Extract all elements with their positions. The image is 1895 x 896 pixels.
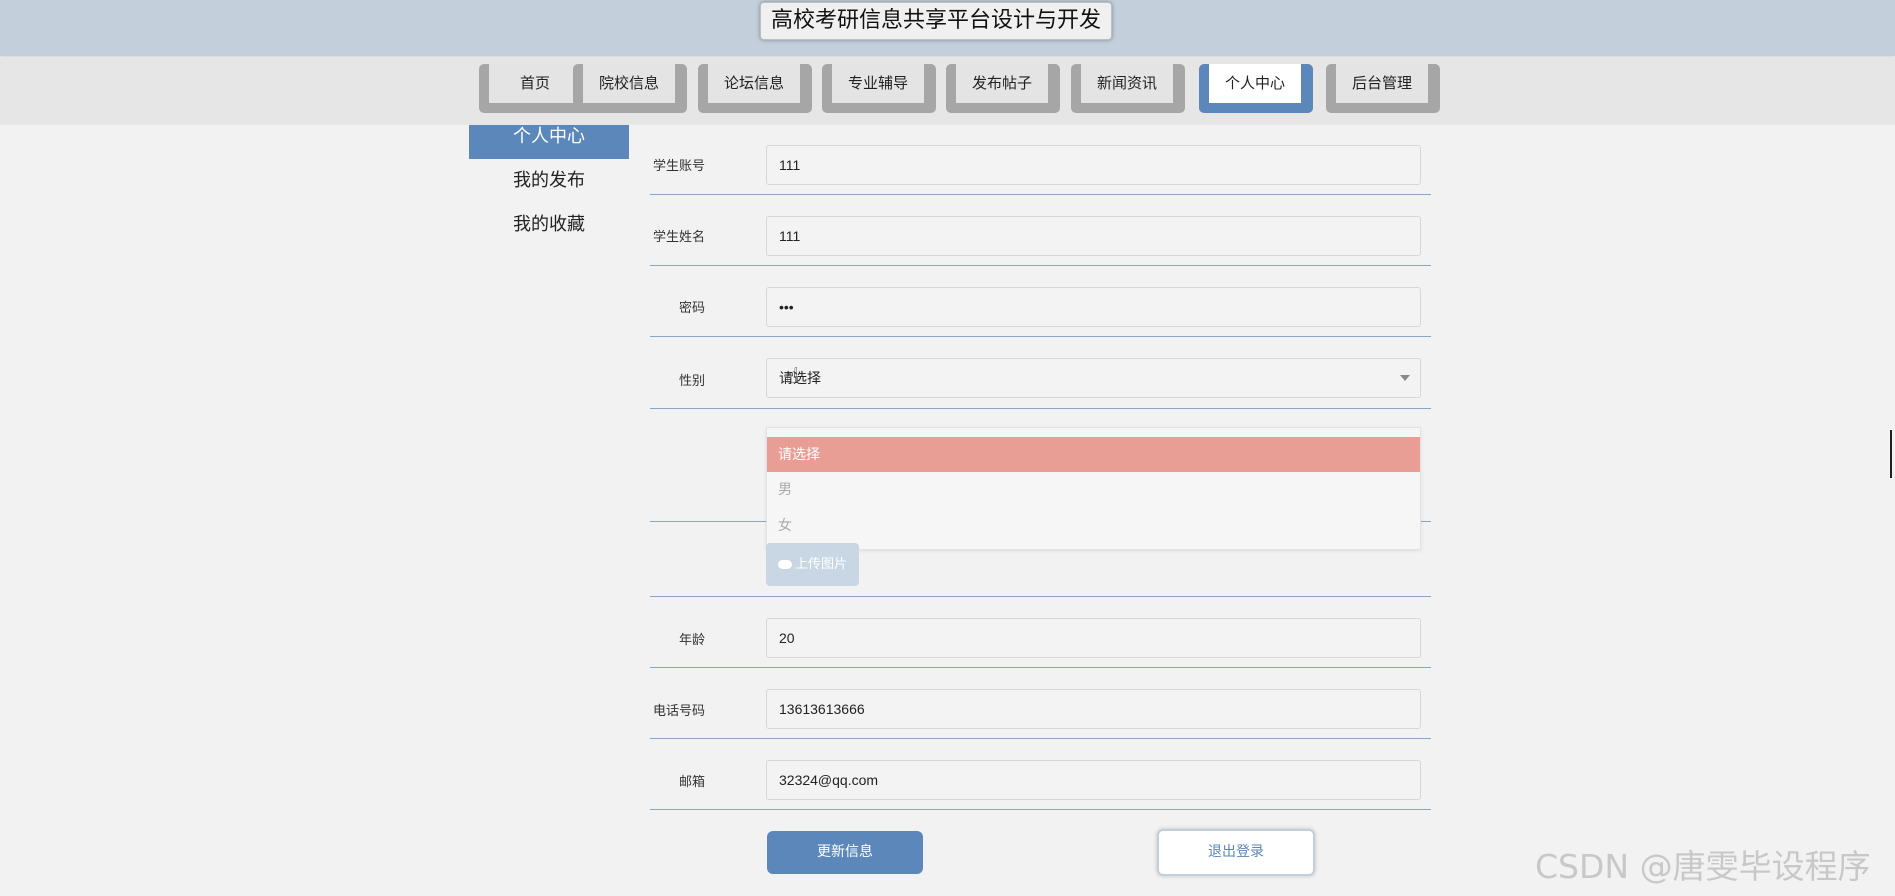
chevron-down-icon	[1400, 375, 1410, 381]
phone-label: 电话号码	[652, 704, 705, 719]
upload-image-button[interactable]: 上传图片	[766, 543, 859, 586]
side-item-my-favorites[interactable]: 我的收藏	[469, 203, 629, 247]
email-label: 邮箱	[678, 775, 705, 790]
form-row-account: 学生账号 111	[650, 125, 1431, 195]
nav-item-label: 院校信息	[583, 64, 675, 103]
nav-item-forum[interactable]: 论坛信息	[698, 64, 812, 113]
nav-item-schools[interactable]: 院校信息	[573, 64, 687, 113]
header-bar: 高校考研信息共享平台设计与开发	[0, 0, 1895, 56]
watermark: CSDN @唐雯毕设程序	[1535, 847, 1871, 886]
form-row-gender: 性别 请选择	[650, 338, 1431, 409]
phone-input[interactable]: 13613613666	[766, 689, 1421, 729]
nav-item-news[interactable]: 新闻资讯	[1071, 64, 1185, 113]
account-label: 学生账号	[652, 159, 705, 174]
gender-option[interactable]: 女	[767, 508, 1420, 544]
side-item-my-posts[interactable]: 我的发布	[469, 159, 629, 203]
nav-item-label: 专业辅导	[832, 64, 924, 103]
nav-item-post[interactable]: 发布帖子	[946, 64, 1060, 113]
gender-option[interactable]: 请选择	[767, 437, 1420, 472]
cloud-upload-icon	[777, 560, 792, 569]
form-row-name: 学生姓名 111	[650, 196, 1431, 266]
nav-item-label: 后台管理	[1336, 64, 1428, 103]
gender-select[interactable]: 请选择	[766, 358, 1421, 398]
update-info-button[interactable]: 更新信息	[767, 831, 923, 874]
form-row-password: 密码 •••	[650, 267, 1431, 337]
nav-item-label: 新闻资讯	[1081, 64, 1173, 103]
nav-item-personal-center[interactable]: 个人中心	[1199, 64, 1313, 113]
name-label: 学生姓名	[652, 230, 705, 245]
gender-dropdown: 请选择 男 女	[766, 427, 1421, 550]
upload-image-label: 上传图片	[794, 557, 847, 572]
side-item-personal-center[interactable]: 个人中心	[469, 125, 629, 159]
account-input[interactable]: 111	[766, 145, 1421, 185]
password-input[interactable]: •••	[766, 287, 1421, 327]
gender-option[interactable]: 男	[767, 472, 1420, 508]
age-label: 年龄	[678, 633, 705, 648]
form-row-phone: 电话号码 13613613666	[650, 669, 1431, 739]
nav-item-label: 首页	[489, 64, 581, 103]
nav-item-tutoring[interactable]: 专业辅导	[822, 64, 936, 113]
side-menu: 个人中心 我的发布 我的收藏	[469, 125, 629, 247]
window-edge-mark	[1890, 430, 1892, 478]
main-nav: 首页 院校信息 论坛信息 专业辅导 发布帖子 新闻资讯 个人中心 后台管理	[0, 57, 1895, 125]
nav-item-admin[interactable]: 后台管理	[1326, 64, 1440, 113]
nav-item-label: 个人中心	[1209, 64, 1301, 103]
site-title: 高校考研信息共享平台设计与开发	[760, 2, 1113, 40]
form-row-email: 邮箱 32324@qq.com	[650, 740, 1431, 810]
hand-cursor-icon: ☝	[786, 364, 800, 389]
form-row-age: 年龄 20	[650, 598, 1431, 668]
logout-button[interactable]: 退出登录	[1157, 829, 1315, 876]
password-label: 密码	[678, 301, 705, 316]
name-input[interactable]: 111	[766, 216, 1421, 256]
email-input[interactable]: 32324@qq.com	[766, 760, 1421, 800]
gender-label: 性别	[678, 374, 705, 389]
nav-item-label: 论坛信息	[708, 64, 800, 103]
age-input[interactable]: 20	[766, 618, 1421, 658]
nav-item-label: 发布帖子	[956, 64, 1048, 103]
